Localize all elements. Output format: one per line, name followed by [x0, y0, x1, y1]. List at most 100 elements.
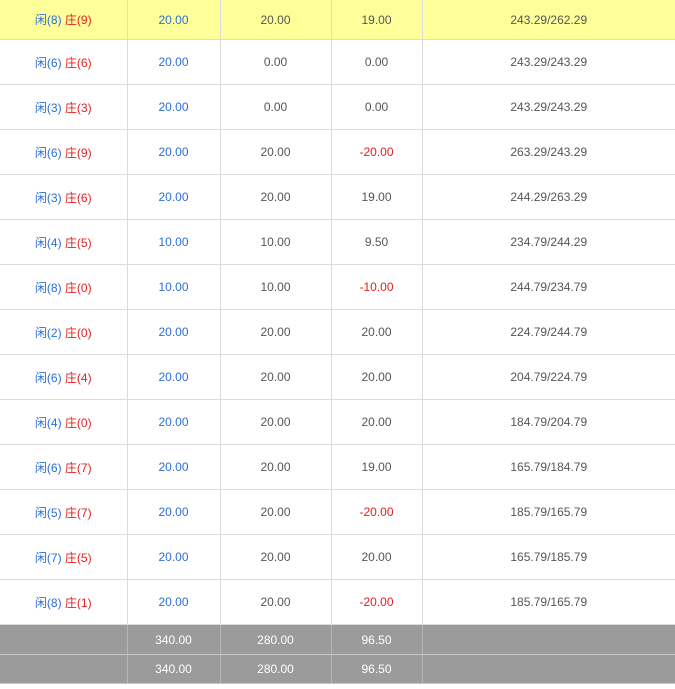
bet-amount: 20.00 — [127, 399, 221, 445]
win-loss: -20.00 — [331, 489, 423, 535]
banker-result: 庄(9) — [64, 145, 92, 160]
balance-before-after: 243.29/243.29 — [422, 39, 675, 85]
total-bet: 340.00 — [127, 624, 221, 655]
banker-result: 庄(7) — [64, 505, 92, 520]
player-result: 闲(3) — [34, 100, 62, 115]
valid-bet: 10.00 — [220, 219, 332, 265]
balance-before-after: 185.79/165.79 — [422, 579, 675, 625]
player-result: 闲(6) — [34, 55, 62, 70]
win-loss: 20.00 — [331, 309, 423, 355]
hand-result-cell: 闲(6) 庄(7) — [0, 444, 128, 490]
table-row: 闲(4) 庄(0) 20.00 20.00 20.00 184.79/204.79 — [0, 399, 675, 445]
table-row: 闲(5) 庄(7) 20.00 20.00 -20.00 185.79/165.79 — [0, 489, 675, 535]
balance-before-after: 165.79/185.79 — [422, 534, 675, 580]
balance-before-after: 185.79/165.79 — [422, 489, 675, 535]
banker-result: 庄(5) — [64, 235, 92, 250]
bet-amount: 20.00 — [127, 309, 221, 355]
total-bet: 340.00 — [127, 654, 221, 684]
total-result: 96.50 — [331, 624, 423, 655]
win-loss: 9.50 — [331, 219, 423, 265]
player-result: 闲(4) — [34, 415, 62, 430]
valid-bet: 20.00 — [220, 489, 332, 535]
bet-history-table: 闲(8) 庄(9) 20.00 20.00 19.00 243.29/262.29 闲(6… — [0, 0, 675, 684]
valid-bet: 10.00 — [220, 264, 332, 310]
table-row: 闲(8) 庄(1) 20.00 20.00 -20.00 185.79/165.79 — [0, 579, 675, 625]
bet-amount: 20.00 — [127, 174, 221, 220]
balance-before-after: 243.29/243.29 — [422, 84, 675, 130]
valid-bet: 20.00 — [220, 129, 332, 175]
balance-before-after: 244.79/234.79 — [422, 264, 675, 310]
valid-bet: 20.00 — [220, 174, 332, 220]
grand-total-row: 340.00 280.00 96.50 — [0, 654, 675, 684]
bet-amount: 20.00 — [127, 0, 221, 40]
hand-result-cell: 闲(5) 庄(7) — [0, 489, 128, 535]
balance-before-after: 184.79/204.79 — [422, 399, 675, 445]
valid-bet: 20.00 — [220, 534, 332, 580]
valid-bet: 20.00 — [220, 354, 332, 400]
bet-amount: 10.00 — [127, 219, 221, 265]
hand-result-cell: 闲(8) 庄(0) — [0, 264, 128, 310]
player-result: 闲(2) — [34, 325, 62, 340]
player-result: 闲(8) — [34, 595, 62, 610]
banker-result: 庄(3) — [64, 100, 92, 115]
win-loss: 19.00 — [331, 174, 423, 220]
table-row: 闲(7) 庄(5) 20.00 20.00 20.00 165.79/185.79 — [0, 534, 675, 580]
player-result: 闲(4) — [34, 235, 62, 250]
hand-result-cell: 闲(6) 庄(6) — [0, 39, 128, 85]
bet-amount: 20.00 — [127, 444, 221, 490]
hand-result-cell: 闲(4) 庄(0) — [0, 399, 128, 445]
total-balance-cell — [422, 624, 675, 655]
banker-result: 庄(5) — [64, 550, 92, 565]
valid-bet: 20.00 — [220, 309, 332, 355]
balance-before-after: 244.29/263.29 — [422, 174, 675, 220]
bet-amount: 10.00 — [127, 264, 221, 310]
table-row: 闲(4) 庄(5) 10.00 10.00 9.50 234.79/244.29 — [0, 219, 675, 265]
total-label-cell — [0, 624, 128, 655]
hand-result-cell: 闲(3) 庄(3) — [0, 84, 128, 130]
banker-result: 庄(0) — [64, 280, 92, 295]
valid-bet: 20.00 — [220, 579, 332, 625]
total-valid: 280.00 — [220, 654, 332, 684]
table-row: 闲(8) 庄(0) 10.00 10.00 -10.00 244.79/234.79 — [0, 264, 675, 310]
balance-before-after: 263.29/243.29 — [422, 129, 675, 175]
valid-bet: 0.00 — [220, 84, 332, 130]
player-result: 闲(6) — [34, 145, 62, 160]
hand-result-cell: 闲(2) 庄(0) — [0, 309, 128, 355]
table-row: 闲(6) 庄(6) 20.00 0.00 0.00 243.29/243.29 — [0, 39, 675, 85]
balance-before-after: 165.79/184.79 — [422, 444, 675, 490]
win-loss: 0.00 — [331, 39, 423, 85]
balance-before-after: 204.79/224.79 — [422, 354, 675, 400]
banker-result: 庄(7) — [64, 460, 92, 475]
table-row: 闲(6) 庄(9) 20.00 20.00 -20.00 263.29/243.29 — [0, 129, 675, 175]
bet-amount: 20.00 — [127, 579, 221, 625]
win-loss: 20.00 — [331, 399, 423, 445]
banker-result: 庄(4) — [64, 370, 92, 385]
table-row: 闲(6) 庄(7) 20.00 20.00 19.00 165.79/184.79 — [0, 444, 675, 490]
hand-result-cell: 闲(8) 庄(1) — [0, 579, 128, 625]
bet-amount: 20.00 — [127, 84, 221, 130]
table-row: 闲(8) 庄(9) 20.00 20.00 19.00 243.29/262.29 — [0, 0, 675, 40]
bet-history-body: 闲(8) 庄(9) 20.00 20.00 19.00 243.29/262.29 闲(6… — [0, 0, 675, 625]
hand-result-cell: 闲(3) 庄(6) — [0, 174, 128, 220]
player-result: 闲(3) — [34, 190, 62, 205]
bet-amount: 20.00 — [127, 489, 221, 535]
win-loss: 19.00 — [331, 444, 423, 490]
win-loss: 20.00 — [331, 354, 423, 400]
hand-result-cell: 闲(6) 庄(9) — [0, 129, 128, 175]
bet-amount: 20.00 — [127, 39, 221, 85]
hand-result-cell: 闲(4) 庄(5) — [0, 219, 128, 265]
bet-amount: 20.00 — [127, 354, 221, 400]
total-result: 96.50 — [331, 654, 423, 684]
win-loss: -20.00 — [331, 579, 423, 625]
banker-result: 庄(0) — [64, 325, 92, 340]
player-result: 闲(8) — [34, 280, 62, 295]
hand-result-cell: 闲(7) 庄(5) — [0, 534, 128, 580]
banker-result: 庄(6) — [64, 190, 92, 205]
balance-before-after: 224.79/244.79 — [422, 309, 675, 355]
table-row: 闲(3) 庄(3) 20.00 0.00 0.00 243.29/243.29 — [0, 84, 675, 130]
table-row: 闲(3) 庄(6) 20.00 20.00 19.00 244.29/263.29 — [0, 174, 675, 220]
table-row: 闲(2) 庄(0) 20.00 20.00 20.00 224.79/244.79 — [0, 309, 675, 355]
total-label-cell — [0, 654, 128, 684]
hand-result-cell: 闲(8) 庄(9) — [0, 0, 128, 40]
total-balance-cell — [422, 654, 675, 684]
